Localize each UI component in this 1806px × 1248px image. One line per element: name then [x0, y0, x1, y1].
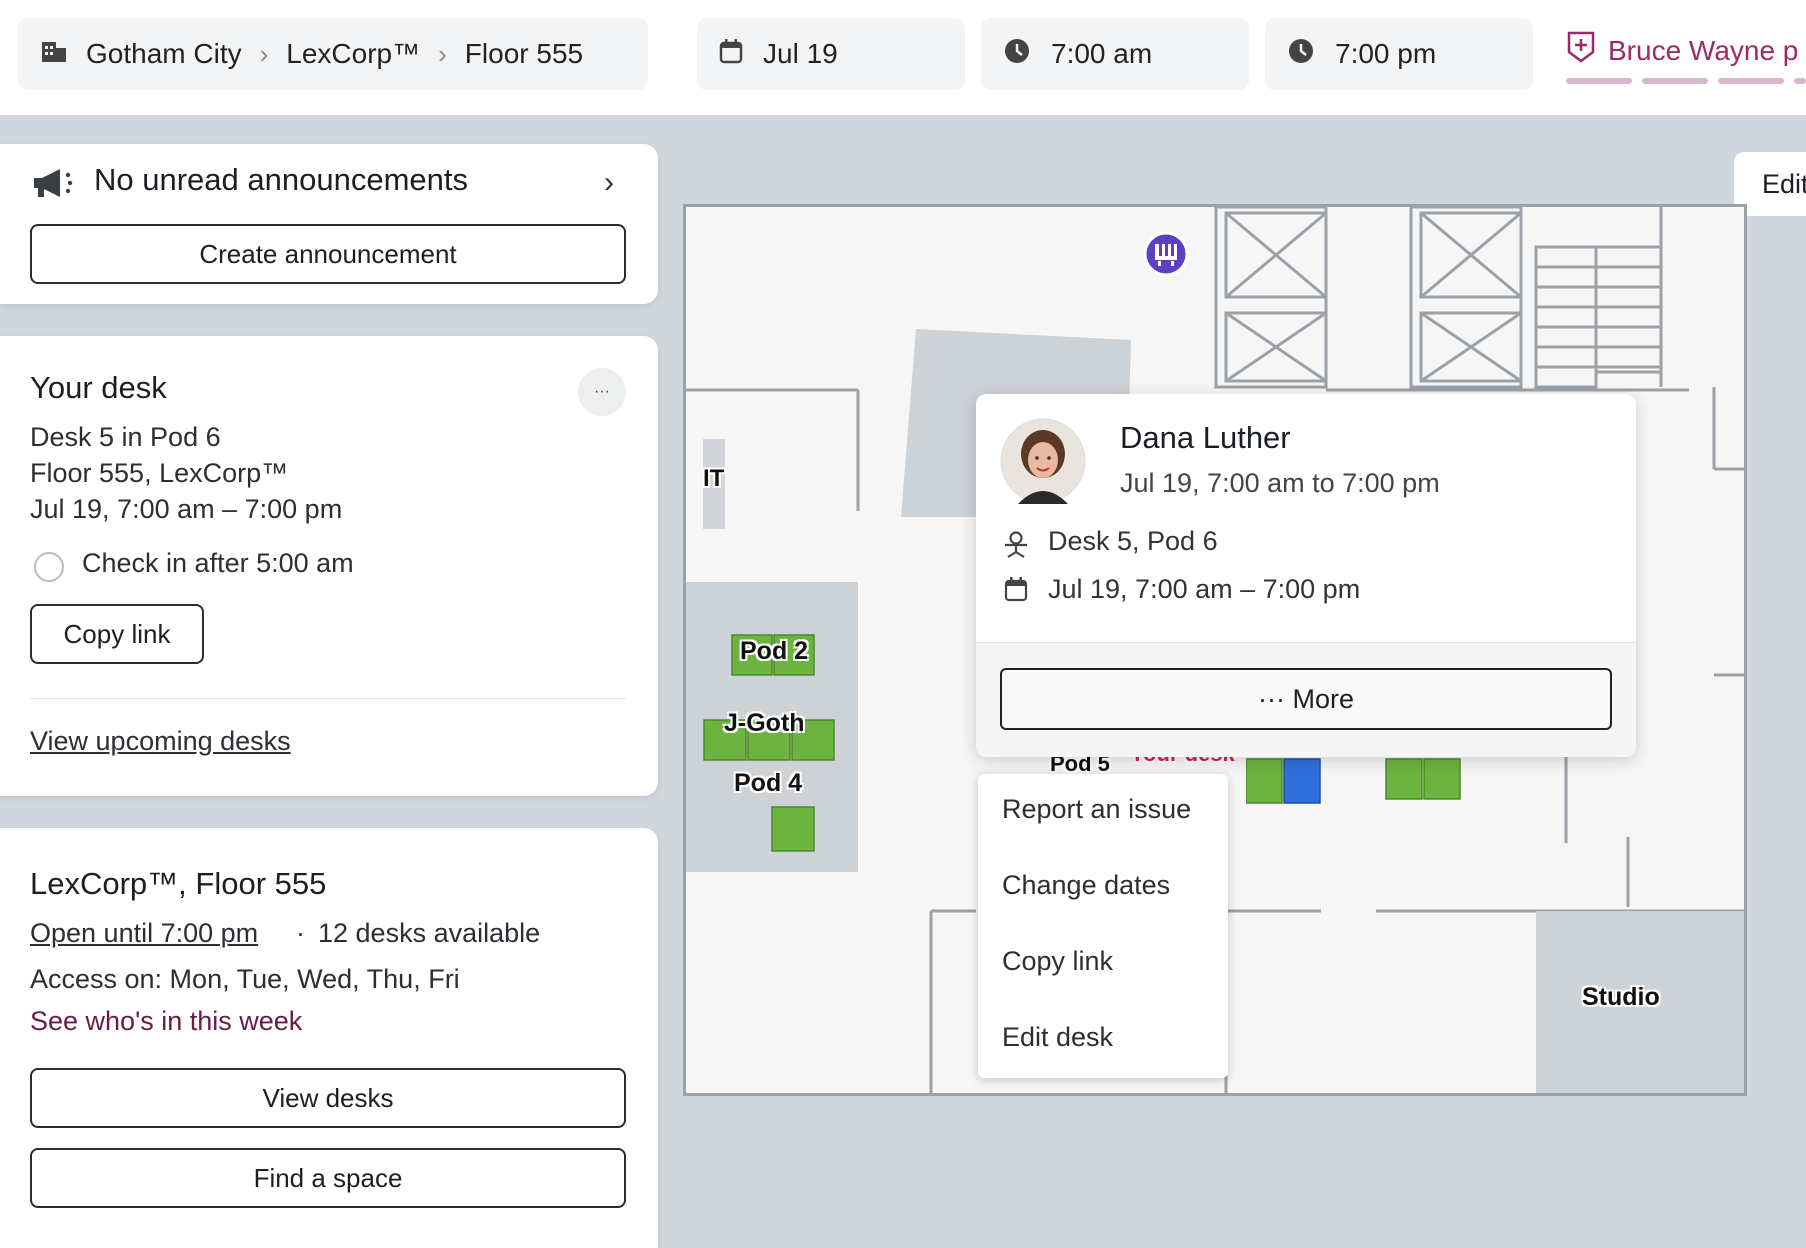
pod-2-label: Pod 2	[740, 637, 809, 665]
shield-icon	[1566, 30, 1596, 71]
date-picker[interactable]: Jul 19	[697, 18, 965, 90]
context-menu: Report an issue Change dates Copy link E…	[978, 774, 1228, 1078]
open-until-link[interactable]: Open until 7:00 pm	[30, 918, 258, 949]
start-time-picker[interactable]: 7:00 am	[981, 18, 1249, 90]
booking-dates: Jul 19, 7:00 am – 7:00 pm	[1048, 574, 1361, 604]
calendar-icon	[719, 38, 743, 71]
pod-6-desks[interactable]	[1246, 755, 1506, 815]
breadcrumb-building[interactable]: LexCorp™	[286, 38, 420, 70]
your-desk-title: Your desk	[30, 370, 167, 405]
separator-dot: ·	[296, 918, 305, 948]
end-time-value: 7:00 pm	[1335, 38, 1437, 69]
tab-indicator	[1642, 78, 1708, 84]
desk-location: Floor 555, LexCorp™	[30, 458, 289, 488]
chair-icon	[1002, 530, 1030, 563]
create-announcement-button[interactable]: Create announcement	[30, 224, 626, 284]
tab-indicator	[1794, 78, 1806, 84]
studio-label: Studio	[1582, 983, 1660, 1011]
floor-card: LexCorp™, Floor 555 Open until 7:00 pm ·…	[0, 828, 658, 1248]
floor-title: LexCorp™, Floor 555	[30, 866, 327, 901]
user-menu[interactable]: Bruce Wayne p	[1566, 30, 1798, 71]
tab-indicator	[1718, 78, 1784, 84]
start-time-value: 7:00 am	[1051, 38, 1153, 69]
clock-icon	[1003, 37, 1031, 72]
divider	[30, 698, 626, 699]
top-bar: Gotham City › LexCorp™ › Floor 555 Jul 1…	[0, 0, 1806, 115]
end-time-picker[interactable]: 7:00 pm	[1265, 18, 1533, 90]
chevron-right-icon: ›	[259, 38, 269, 69]
checkin-label: Check in after 5:00 am	[82, 548, 354, 578]
tab-indicator	[1566, 78, 1632, 84]
checkin-radio[interactable]	[34, 552, 64, 582]
desks-available: 12 desks available	[318, 918, 541, 948]
more-options-button[interactable]: ···	[578, 368, 626, 416]
megaphone-icon	[30, 166, 80, 205]
breadcrumb-floor[interactable]: Floor 555	[465, 38, 583, 70]
report-issue-item[interactable]: Report an issue	[1002, 794, 1191, 825]
your-desk-card: Your desk ··· Desk 5 in Pod 6 Floor 555,…	[0, 336, 658, 796]
user-name: Bruce Wayne p	[1608, 34, 1799, 66]
view-upcoming-desks-link[interactable]: View upcoming desks	[30, 726, 291, 757]
desk-time: Jul 19, 7:00 am – 7:00 pm	[30, 494, 343, 524]
change-dates-item[interactable]: Change dates	[1002, 870, 1170, 901]
copy-link-button[interactable]: Copy link	[30, 604, 204, 664]
person-popover: Dana Luther Jul 19, 7:00 am to 7:00 pm D…	[976, 394, 1636, 757]
chevron-right-icon[interactable]: ›	[604, 166, 614, 200]
desk-line: Desk 5 in Pod 6	[30, 422, 221, 452]
more-button[interactable]: ··· More	[1000, 668, 1612, 730]
breadcrumb-city[interactable]: Gotham City	[86, 38, 242, 70]
clock-icon	[1287, 37, 1315, 72]
see-whos-in-link[interactable]: See who's in this week	[30, 1006, 302, 1037]
announcements-title[interactable]: No unread announcements	[94, 162, 468, 198]
booking-time: Jul 19, 7:00 am to 7:00 pm	[1120, 468, 1440, 498]
avatar[interactable]	[1000, 418, 1086, 509]
date-value: Jul 19	[763, 38, 838, 69]
pod-4-label: Pod 4	[734, 769, 803, 797]
person-name: Dana Luther	[1120, 420, 1291, 455]
amenity-icon[interactable]	[1143, 231, 1189, 282]
announcements-card: No unread announcements › Create announc…	[0, 144, 658, 304]
edit-desk-item[interactable]: Edit desk	[1002, 1022, 1113, 1053]
chevron-right-icon: ›	[438, 38, 447, 69]
calendar-icon	[1004, 576, 1028, 607]
desk-assignment: Desk 5, Pod 6	[1048, 526, 1218, 556]
access-days: Access on: Mon, Tue, Wed, Thu, Fri	[30, 964, 460, 994]
breadcrumb: Gotham City › LexCorp™ › Floor 555	[18, 18, 648, 90]
find-space-button[interactable]: Find a space	[30, 1148, 626, 1208]
it-room-label: IT	[703, 465, 725, 492]
j-goth-label: J-Goth	[724, 709, 805, 737]
building-icon	[40, 38, 68, 71]
copy-link-item[interactable]: Copy link	[1002, 946, 1113, 977]
view-desks-button[interactable]: View desks	[30, 1068, 626, 1128]
